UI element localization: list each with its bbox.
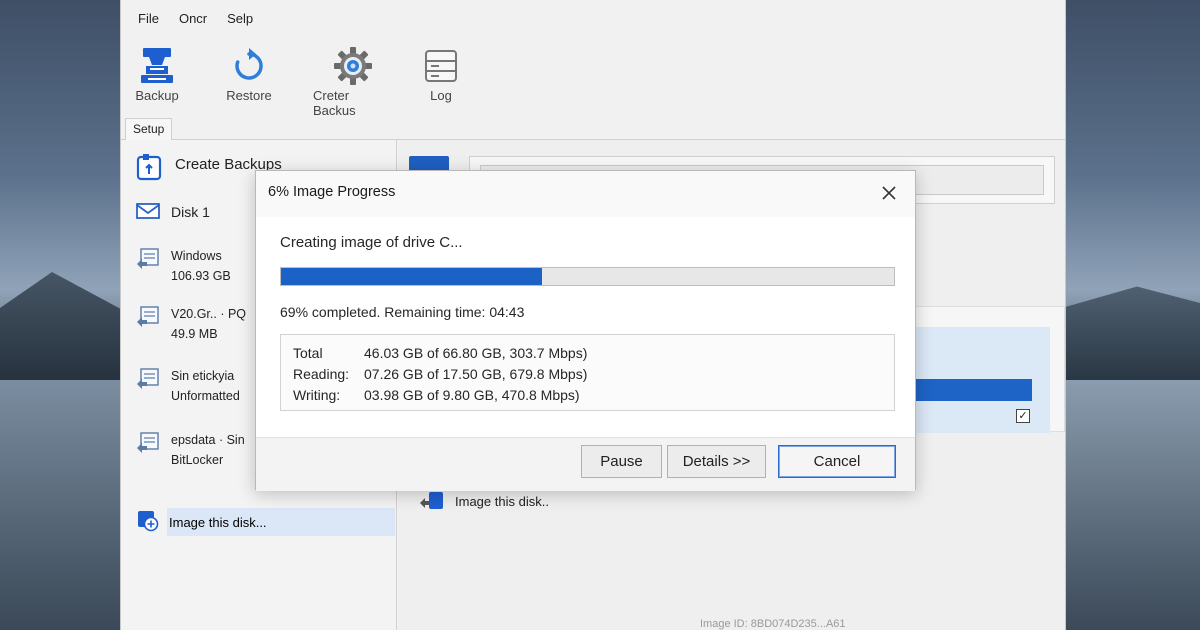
partition-icon — [135, 366, 161, 397]
progress-bar — [280, 267, 895, 286]
toolbar-create-backup-button[interactable]: Creter Backus — [313, 36, 393, 118]
disk-1-label: Disk 1 — [171, 204, 210, 220]
dialog-footer: Pause Details >> Cancel — [256, 437, 915, 491]
partition-size: Unformatted — [171, 389, 240, 403]
stat-value: 03.98 GB of 9.80 GB, 470.8 Mbps) — [364, 387, 580, 403]
main-image-this-disk[interactable]: Image this disk.. — [419, 490, 549, 512]
partition-name: Windows — [171, 249, 222, 263]
stat-row-total: Total 46.03 GB of 66.80 GB, 303.7 Mbps) — [293, 345, 587, 361]
partition-usage-bar — [900, 379, 1032, 401]
image-this-disk-label: Image this disk... — [169, 514, 267, 530]
sidebar-disk-1[interactable]: Disk 1 — [135, 200, 210, 227]
tab-strip: Setup — [121, 116, 1065, 140]
stat-value: 46.03 GB of 66.80 GB, 303.7 Mbps) — [364, 345, 588, 361]
dialog-body: Creating image of drive C... 69% complet… — [256, 217, 915, 437]
restore-icon — [225, 44, 273, 88]
partition-size: BitLocker — [171, 453, 224, 467]
stat-label: Total — [293, 345, 323, 361]
partition-checkbox[interactable]: ✓ — [1016, 409, 1030, 423]
partition-icon — [135, 430, 161, 461]
partition-icon — [135, 304, 161, 335]
partition-item[interactable]: Sin etickyia Unformatted — [135, 366, 240, 406]
main-partition-panel: ✓ — [899, 306, 1065, 433]
create-backups-icon — [135, 152, 165, 187]
stat-row-writing: Writing: 03.98 GB of 9.80 GB, 470.8 Mbps… — [293, 387, 580, 403]
disk-mail-icon — [135, 200, 161, 227]
log-icon — [417, 44, 465, 88]
close-button[interactable] — [877, 181, 901, 205]
partition-name: Sin etickyia — [171, 369, 235, 383]
toolbar-backup-label: Backup — [135, 88, 179, 103]
partition-size: 49.9 MB — [171, 327, 218, 341]
tab-setup[interactable]: Setup — [125, 118, 173, 140]
toolbar-log-label: Log — [430, 88, 452, 103]
partition-name: epsdata · Sin — [171, 433, 245, 447]
menu-bar: File Oncr Selp — [121, 0, 1065, 36]
main-image-this-disk-label: Image this disk.. — [455, 493, 549, 509]
partition-item[interactable]: Windows 106.93 GB — [135, 246, 231, 286]
progress-status: 69% completed. Remaining time: 04:43 — [280, 304, 525, 320]
cancel-button[interactable]: Cancel — [778, 445, 896, 478]
partition-item[interactable]: V20.Gr.. · PQ 49.9 MB — [135, 304, 246, 344]
pause-button[interactable]: Pause — [581, 445, 662, 478]
backup-icon — [133, 44, 181, 88]
lake-right — [1060, 380, 1200, 630]
menu-file[interactable]: File — [138, 11, 159, 26]
sidebar-image-this-disk[interactable]: Image this disk... — [135, 508, 395, 536]
toolbar-create-backup-label: Creter Backus — [313, 88, 356, 118]
partition-size: 106.93 GB — [171, 269, 231, 283]
toolbar-restore-button[interactable]: Restore — [225, 36, 273, 103]
image-progress-dialog: 6% Image Progress Creating image of driv… — [255, 170, 916, 491]
stat-row-reading: Reading: 07.26 GB of 17.50 GB, 679.8 Mbp… — [293, 366, 587, 382]
toolbar-log-button[interactable]: Log — [417, 36, 465, 103]
progress-bar-fill — [281, 268, 543, 285]
lake-left — [0, 380, 130, 630]
stat-value: 07.26 GB of 17.50 GB, 679.8 Mbps) — [364, 366, 588, 382]
partition-name: V20.Gr.. · PQ — [171, 307, 247, 321]
disk-arrow-icon — [420, 492, 443, 509]
mountain-right — [1060, 286, 1200, 380]
details-button[interactable]: Details >> — [667, 445, 766, 478]
dialog-title: 6% Image Progress — [268, 184, 396, 200]
toolbar-restore-label: Restore — [226, 88, 272, 103]
add-image-icon — [135, 508, 159, 537]
transfer-stats-box: Total 46.03 GB of 66.80 GB, 303.7 Mbps) … — [280, 334, 895, 411]
stat-label: Writing: — [293, 387, 341, 403]
close-icon — [882, 186, 896, 200]
toolbar: Backup Restore Creter Backus Log — [121, 36, 1065, 118]
gear-icon — [329, 44, 377, 88]
menu-selp[interactable]: Selp — [227, 11, 253, 26]
stat-label: Reading: — [293, 366, 350, 382]
progress-message: Creating image of drive C... — [280, 234, 463, 251]
status-bar-text: Image ID: 8BD074D235...A61 — [700, 618, 846, 630]
menu-oncr[interactable]: Oncr — [179, 11, 207, 26]
toolbar-backup-button[interactable]: Backup — [133, 36, 181, 103]
mountain-left — [0, 272, 130, 380]
partition-icon — [135, 246, 161, 277]
partition-item[interactable]: epsdata · Sin BitLocker — [135, 430, 245, 470]
